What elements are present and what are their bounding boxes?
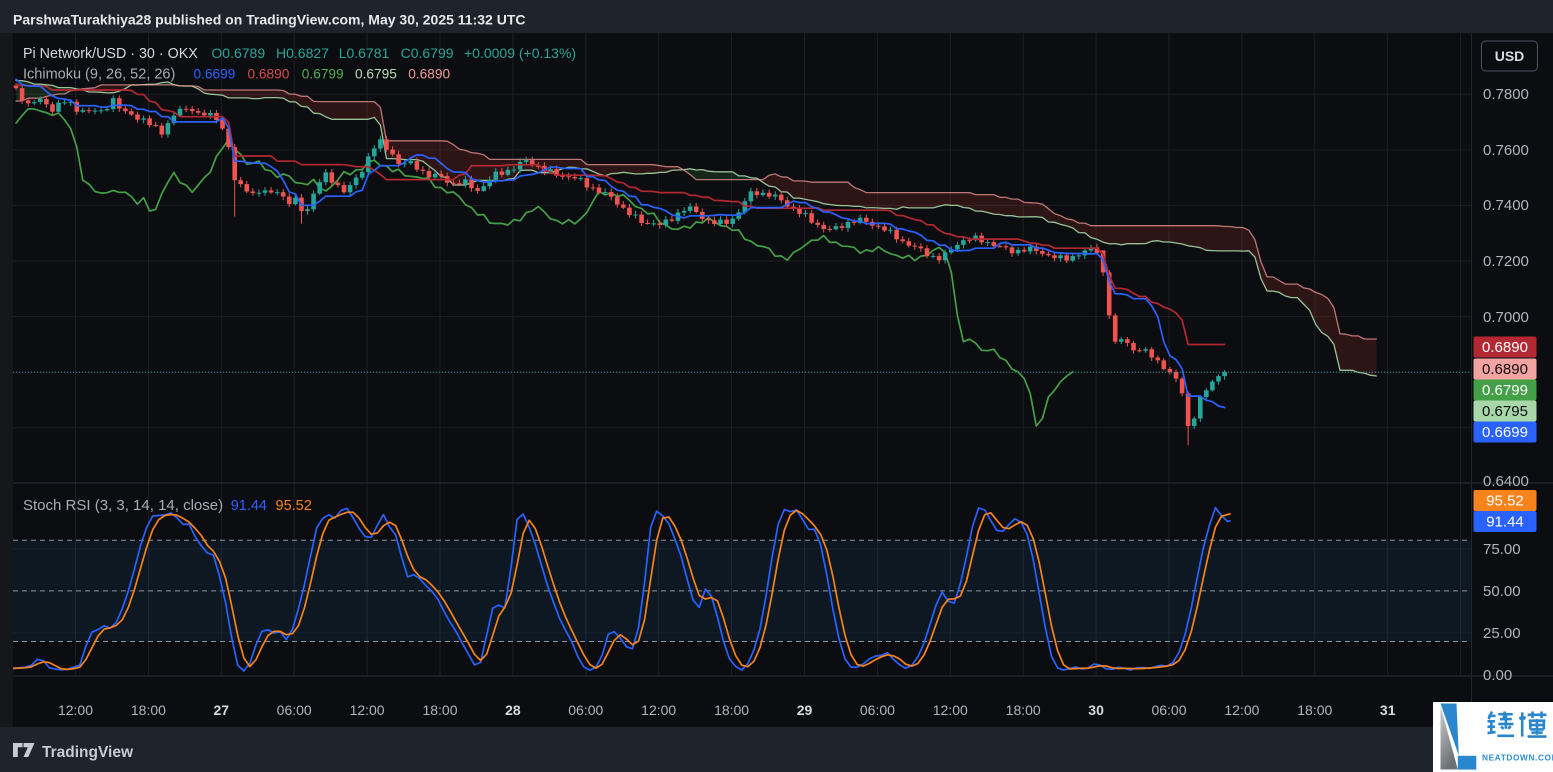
- svg-text:C0.6799: C0.6799: [401, 45, 454, 61]
- svg-text:H0.6827: H0.6827: [276, 45, 329, 61]
- svg-text:0.00: 0.00: [1483, 667, 1512, 684]
- svg-text:0.7200: 0.7200: [1483, 253, 1529, 270]
- svg-text:27: 27: [214, 702, 230, 718]
- svg-text:0.7800: 0.7800: [1483, 86, 1529, 103]
- svg-text:06:00: 06:00: [1151, 702, 1186, 718]
- svg-text:18:00: 18:00: [422, 702, 457, 718]
- svg-text:12:00: 12:00: [641, 702, 676, 718]
- svg-text:28: 28: [505, 702, 521, 718]
- svg-text:0.6795: 0.6795: [1482, 403, 1528, 420]
- svg-text:31: 31: [1380, 702, 1396, 718]
- svg-text:0.6400: 0.6400: [1483, 473, 1529, 490]
- svg-text:06:00: 06:00: [860, 702, 895, 718]
- svg-text:95.52: 95.52: [276, 498, 312, 514]
- svg-text:29: 29: [797, 702, 813, 718]
- svg-text:06:00: 06:00: [568, 702, 603, 718]
- svg-text:0.6799: 0.6799: [1482, 382, 1528, 399]
- svg-text:Pi Network/USD · 30 · OKX: Pi Network/USD · 30 · OKX: [23, 46, 198, 62]
- svg-text:0.6890: 0.6890: [1482, 361, 1528, 378]
- svg-text:75.00: 75.00: [1483, 541, 1521, 558]
- svg-text:12:00: 12:00: [350, 702, 385, 718]
- svg-text:0.6890: 0.6890: [248, 67, 290, 82]
- svg-text:0.6699: 0.6699: [1482, 424, 1528, 441]
- svg-text:USD: USD: [1495, 48, 1525, 64]
- svg-text:18:00: 18:00: [131, 702, 166, 718]
- svg-text:12:00: 12:00: [933, 702, 968, 718]
- svg-text:0.7000: 0.7000: [1483, 309, 1529, 326]
- svg-text:18:00: 18:00: [1006, 702, 1041, 718]
- svg-text:50.00: 50.00: [1483, 583, 1521, 600]
- svg-text:95.52: 95.52: [1486, 493, 1524, 510]
- svg-text:91.44: 91.44: [1486, 514, 1524, 531]
- svg-text:18:00: 18:00: [1297, 702, 1332, 718]
- svg-text:18:00: 18:00: [714, 702, 749, 718]
- svg-text:TradingView: TradingView: [42, 744, 134, 761]
- svg-text:+0.0009 (+0.13%): +0.0009 (+0.13%): [464, 45, 576, 61]
- svg-text:0.7400: 0.7400: [1483, 197, 1529, 214]
- svg-text:30: 30: [1088, 702, 1104, 718]
- svg-text:91.44: 91.44: [231, 498, 267, 514]
- svg-text:0.6890: 0.6890: [1482, 339, 1528, 356]
- svg-text:0.6795: 0.6795: [355, 67, 397, 82]
- svg-text:0.6890: 0.6890: [408, 67, 450, 82]
- svg-text:25.00: 25.00: [1483, 625, 1521, 642]
- svg-text:NEATDOWN.COM: NEATDOWN.COM: [1482, 753, 1553, 763]
- svg-text:Stoch RSI (3, 3, 14, 14, close: Stoch RSI (3, 3, 14, 14, close): [23, 497, 223, 514]
- svg-text:Ichimoku (9, 26, 52, 26): Ichimoku (9, 26, 52, 26): [23, 67, 175, 83]
- svg-text:12:00: 12:00: [1224, 702, 1259, 718]
- svg-text:0.6799: 0.6799: [302, 67, 344, 82]
- svg-text:L0.6781: L0.6781: [339, 45, 390, 61]
- svg-text:O0.6789: O0.6789: [211, 45, 265, 61]
- svg-text:0.7600: 0.7600: [1483, 142, 1529, 159]
- svg-text:ParshwaTurakhiya28 published o: ParshwaTurakhiya28 published on TradingV…: [13, 12, 526, 28]
- svg-text:12:00: 12:00: [58, 702, 93, 718]
- svg-text:0.6699: 0.6699: [194, 67, 236, 82]
- svg-text:06:00: 06:00: [277, 702, 312, 718]
